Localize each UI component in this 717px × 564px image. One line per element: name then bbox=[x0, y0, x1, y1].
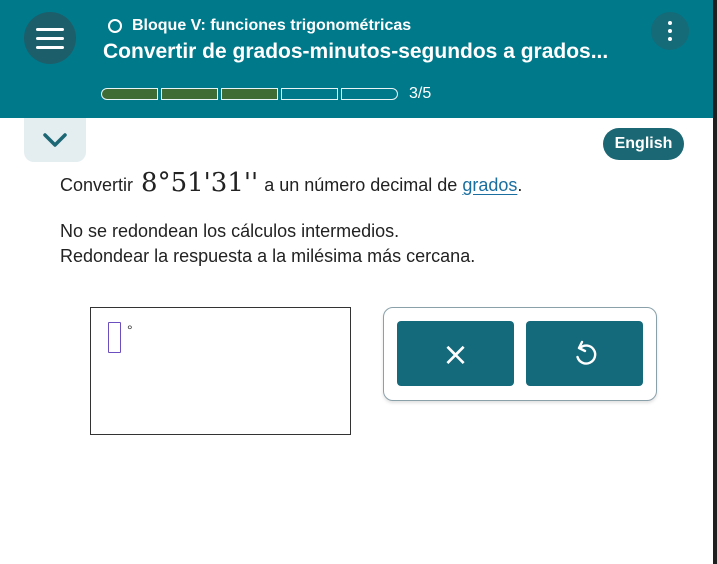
lesson-title: Convertir de grados-minutos-segundos a g… bbox=[103, 40, 609, 63]
progress-segment bbox=[341, 88, 398, 100]
menu-button[interactable] bbox=[24, 12, 76, 64]
degree-symbol: ° bbox=[127, 322, 133, 338]
question-prefix: Convertir bbox=[60, 175, 134, 195]
progress-segment bbox=[281, 88, 338, 100]
progress-segment bbox=[161, 88, 218, 100]
close-icon: × bbox=[442, 334, 469, 373]
progress-segments bbox=[101, 88, 401, 100]
progress-segment bbox=[101, 88, 158, 100]
undo-icon bbox=[575, 340, 596, 365]
rounding-instruction: Redondear la respuesta a la milésima más… bbox=[60, 246, 476, 266]
progress-segment bbox=[221, 88, 278, 100]
tool-panel: × bbox=[383, 307, 657, 401]
undo-button[interactable] bbox=[526, 321, 643, 386]
topic-row: Bloque V: funciones trigonométricas bbox=[108, 16, 411, 36]
clear-button[interactable]: × bbox=[397, 321, 514, 386]
progress-bar: 3/5 bbox=[101, 85, 431, 103]
chevron-down-icon bbox=[43, 133, 67, 147]
question-middle: a un número decimal de bbox=[264, 175, 458, 195]
topic-circle-icon bbox=[108, 19, 122, 33]
question-suffix: . bbox=[517, 175, 523, 195]
header-bar: Bloque V: funciones trigonométricas Conv… bbox=[0, 0, 713, 118]
topic-label: Bloque V: funciones trigonométricas bbox=[132, 17, 412, 34]
rounding-note: No se redondean los cálculos intermedios… bbox=[60, 221, 400, 241]
language-toggle-button[interactable]: English bbox=[603, 128, 684, 160]
progress-label: 3/5 bbox=[409, 85, 432, 102]
hamburger-icon bbox=[36, 27, 64, 31]
dms-expression: 8°51'31'' bbox=[141, 168, 259, 198]
answer-input[interactable] bbox=[108, 322, 121, 353]
question-text: Convertir 8°51'31'' a un número decimal … bbox=[60, 168, 522, 198]
answer-area: ° bbox=[90, 307, 351, 435]
more-options-button[interactable] bbox=[651, 12, 689, 50]
window-edge bbox=[713, 0, 717, 564]
kebab-icon bbox=[668, 21, 672, 25]
collapse-toggle[interactable] bbox=[24, 118, 86, 162]
glossary-link-grados[interactable]: grados bbox=[462, 175, 517, 196]
